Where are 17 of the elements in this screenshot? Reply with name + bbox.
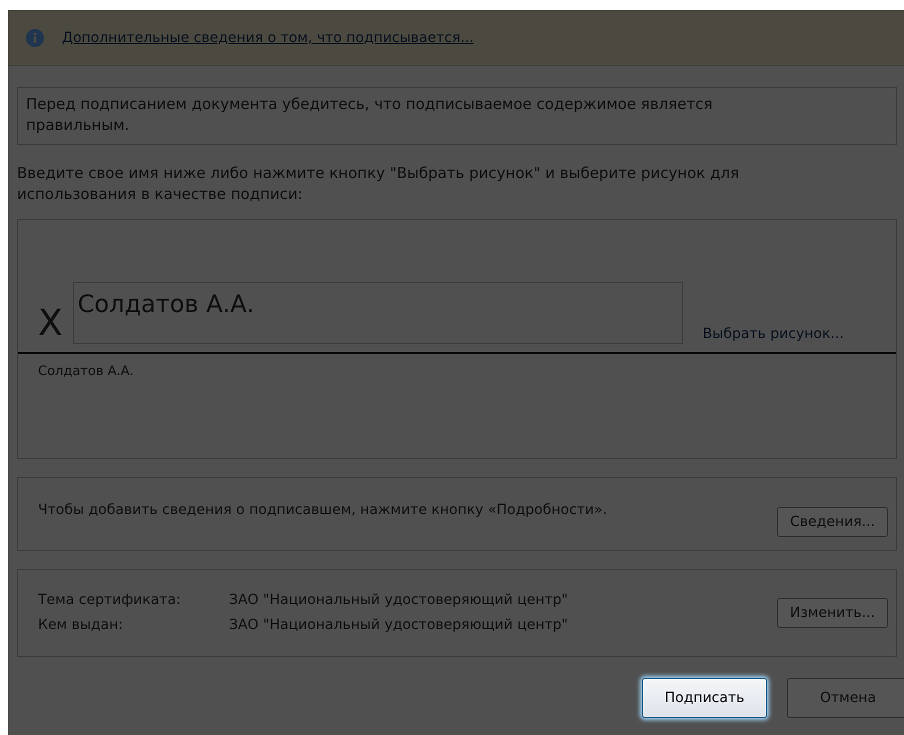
details-button[interactable]: Сведения... xyxy=(777,507,888,537)
instruction-text: Введите свое имя ниже либо нажмите кнопку "Выбрать рисунок" и выберите рисунок для использования в качестве подписи: xyxy=(17,163,740,205)
info-link[interactable]: Дополнительные сведения о том, что подписывается... xyxy=(62,30,474,46)
certificate-value: ЗАО "Национальный удостоверяющий центр" xyxy=(229,591,568,610)
select-picture-link[interactable]: Выбрать рисунок... xyxy=(702,326,844,342)
certificate-label: Тема сертификата: xyxy=(38,591,182,610)
warning-text: Перед подписанием документа убедитесь, что подписываемое содержимое является правильным. xyxy=(26,94,714,136)
signature-field[interactable]: Солдатов А.А. xyxy=(72,282,683,344)
cancel-button[interactable]: Отмена xyxy=(787,678,904,718)
details-text: Чтобы добавить сведения о подписавшем, нажмите кнопку «Подробности». xyxy=(38,500,608,520)
change-button[interactable]: Изменить... xyxy=(776,598,888,628)
info-icon xyxy=(26,28,44,46)
signer-name: Солдатов А.А. xyxy=(38,364,134,379)
certificate-label: Кем выдан: xyxy=(38,616,124,635)
sign-button[interactable]: Подписать xyxy=(642,678,767,718)
certificate-value: ЗАО "Национальный удостоверяющий центр" xyxy=(229,616,568,635)
signature-mark: X xyxy=(38,304,63,344)
